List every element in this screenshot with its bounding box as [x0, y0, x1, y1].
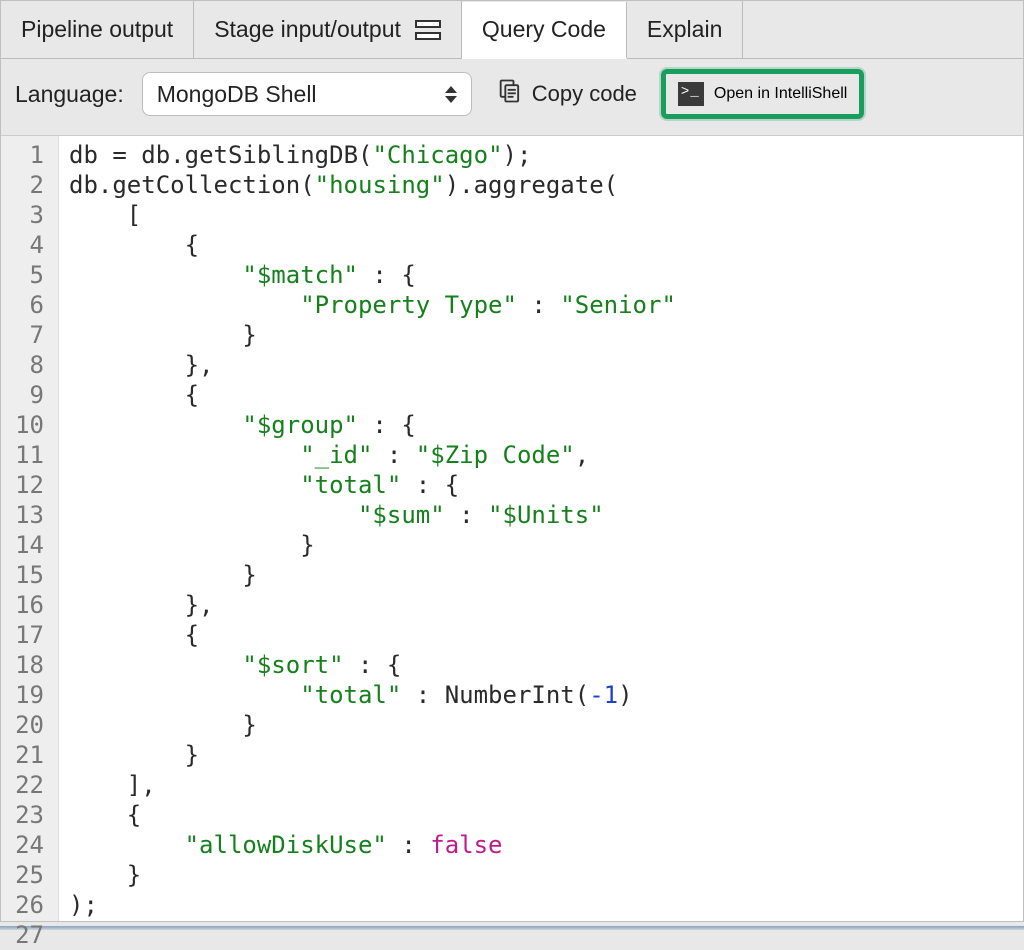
open-intellishell-button[interactable]: Open in IntelliShell: [661, 69, 864, 119]
tab-label: Pipeline output: [21, 16, 173, 43]
tab-bar: Pipeline output Stage input/output Query…: [1, 1, 1023, 59]
tab-query-code[interactable]: Query Code: [462, 2, 627, 59]
tab-stage-io[interactable]: Stage input/output: [194, 1, 462, 58]
chevron-updown-icon: [445, 86, 457, 103]
language-label: Language:: [15, 81, 124, 108]
language-select[interactable]: MongoDB Shell: [142, 72, 472, 116]
tab-explain[interactable]: Explain: [627, 1, 743, 58]
open-label: Open in IntelliShell: [714, 85, 847, 103]
tab-pipeline-output[interactable]: Pipeline output: [1, 1, 194, 58]
code-editor[interactable]: 1234567891011121314151617181920212223242…: [1, 135, 1023, 921]
copy-icon: [496, 77, 524, 111]
toolbar: Language: MongoDB Shell Copy code Open i…: [1, 59, 1023, 135]
language-value: MongoDB Shell: [157, 81, 317, 108]
tab-label: Stage input/output: [214, 16, 401, 43]
layout-icon: [415, 20, 441, 40]
copy-code-button[interactable]: Copy code: [490, 73, 643, 115]
app-window: Pipeline output Stage input/output Query…: [0, 0, 1024, 922]
line-gutter: 1234567891011121314151617181920212223242…: [1, 136, 59, 921]
copy-label: Copy code: [532, 81, 637, 107]
terminal-icon: [678, 82, 704, 106]
tab-label: Query Code: [482, 16, 606, 43]
tab-label: Explain: [647, 16, 722, 43]
code-content: db = db.getSiblingDB("Chicago"); db.getC…: [59, 136, 686, 921]
